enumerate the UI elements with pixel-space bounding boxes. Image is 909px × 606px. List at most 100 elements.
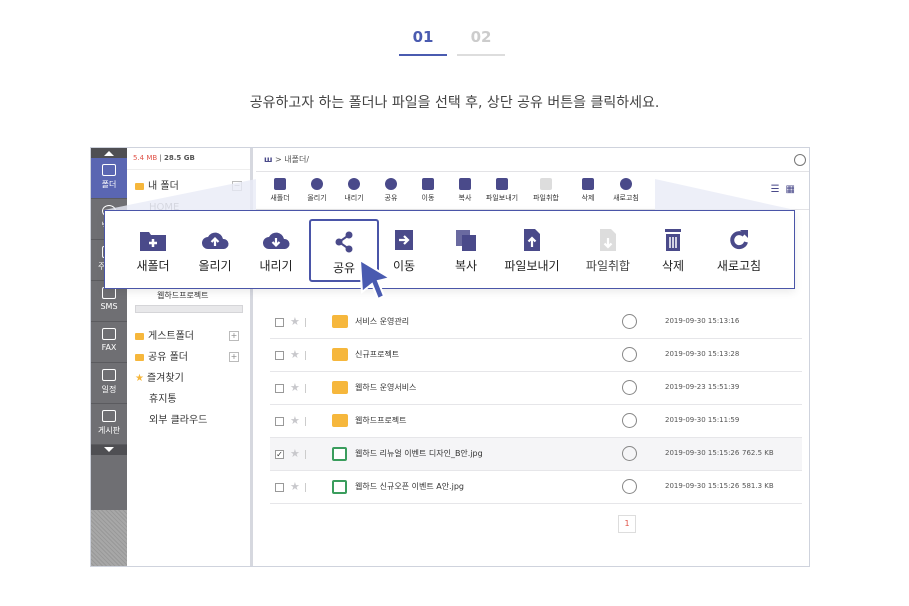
- zoom-delete-button[interactable]: 삭제: [638, 228, 708, 274]
- send-file-icon: [496, 178, 508, 190]
- table-row[interactable]: ★ 웹하드 신규오픈 이벤트 A안.jpg 2019-09-30 15:15:26 5…: [270, 471, 802, 504]
- table-row[interactable]: ✓ ★ 웹하드 리뉴얼 이벤트 디자인_B안.jpg 2019-09-30 15:15…: [270, 438, 802, 471]
- tree-item-external-cloud[interactable]: 외부 클라우드: [127, 410, 247, 431]
- rail-scroll-down[interactable]: [91, 445, 127, 455]
- row-checkbox[interactable]: ✓: [275, 450, 284, 459]
- fax-icon: [102, 328, 116, 340]
- file-name[interactable]: 웹하드 신규오픈 이벤트 A안.jpg: [355, 481, 464, 492]
- star-icon[interactable]: ★: [290, 348, 300, 361]
- zoom-upload-button[interactable]: 올리기: [180, 228, 250, 274]
- step-tab-02[interactable]: 02: [457, 28, 505, 56]
- refresh-icon: [620, 178, 632, 190]
- download-icon: [263, 232, 290, 249]
- new-folder-icon: [274, 178, 286, 190]
- row-checkbox[interactable]: [275, 384, 284, 393]
- file-size: 762.5 KB: [742, 449, 774, 457]
- file-date: 2019-09-23 15:51:39: [665, 383, 740, 391]
- toolbar-send-file[interactable]: 파일보내기: [482, 178, 522, 203]
- file-date: 2019-09-30 15:11:59: [665, 416, 740, 424]
- toolbar-collect-file[interactable]: 파일취합: [526, 178, 566, 203]
- share-status-icon[interactable]: [622, 446, 637, 461]
- zoom-send-file-button[interactable]: 파일보내기: [497, 228, 567, 274]
- rail-item-fax[interactable]: FAX: [91, 322, 127, 363]
- table-row[interactable]: ★ 웹하드프로젝트 2019-09-30 15:11:59: [270, 405, 802, 438]
- toolbar-refresh[interactable]: 새로고침: [606, 178, 646, 203]
- share-status-icon[interactable]: [622, 347, 637, 362]
- share-status-icon[interactable]: [622, 413, 637, 428]
- star-icon: ★: [135, 373, 144, 384]
- rail-scroll-up[interactable]: [91, 148, 127, 158]
- toolbar-new-folder[interactable]: 새폴더: [260, 178, 300, 203]
- row-checkbox[interactable]: [275, 351, 284, 360]
- file-name[interactable]: 웹하드 운영서비스: [355, 382, 416, 393]
- tree-item-guest-folder[interactable]: 게스트폴더 +: [127, 326, 247, 347]
- list-view-icon[interactable]: ☰: [771, 184, 786, 195]
- view-toggle[interactable]: ☰▦: [771, 184, 801, 195]
- mouse-cursor-icon: [358, 258, 393, 301]
- star-icon[interactable]: ★: [290, 381, 300, 394]
- zoom-download-button[interactable]: 내리기: [241, 228, 311, 274]
- step-tabs: 01 02: [399, 28, 509, 56]
- row-checkbox[interactable]: [275, 318, 284, 327]
- collect-file-icon: [600, 229, 616, 251]
- folder-icon: [332, 348, 348, 361]
- row-checkbox[interactable]: [275, 417, 284, 426]
- tree-item-trash[interactable]: 휴지통: [127, 389, 247, 410]
- upload-icon: [311, 178, 323, 190]
- toolbar-share[interactable]: 공유: [371, 178, 411, 203]
- star-icon[interactable]: ★: [290, 315, 300, 328]
- tree-item-my-folder[interactable]: 내 폴더 −: [127, 176, 250, 197]
- share-status-icon[interactable]: [622, 314, 637, 329]
- zoom-copy-button[interactable]: 복사: [431, 228, 501, 274]
- share-status-icon[interactable]: [622, 380, 637, 395]
- star-icon[interactable]: ★: [290, 447, 300, 460]
- toolbar-upload[interactable]: 올리기: [297, 178, 337, 203]
- history-icon[interactable]: [794, 154, 806, 166]
- toolbar-delete[interactable]: 삭제: [568, 178, 608, 203]
- page-number[interactable]: 1: [618, 515, 636, 533]
- toolbar-move[interactable]: 이동: [408, 178, 448, 203]
- file-name[interactable]: 서비스 운영관리: [355, 316, 409, 327]
- calendar-icon: [102, 369, 116, 381]
- table-row[interactable]: ★ 신규프로젝트 2019-09-30 15:13:28: [270, 339, 802, 372]
- star-icon[interactable]: ★: [290, 480, 300, 493]
- file-name[interactable]: 웹하드 리뉴얼 이벤트 디자인_B안.jpg: [355, 448, 483, 459]
- tree-item-favorites[interactable]: ★ 즐겨찾기: [127, 368, 247, 389]
- table-row[interactable]: ★ 웹하드 운영서비스 2019-09-23 15:51:39: [270, 372, 802, 405]
- row-checkbox[interactable]: [275, 483, 284, 492]
- file-name[interactable]: 신규프로젝트: [355, 349, 399, 360]
- folder-icon: [332, 315, 348, 328]
- collapse-icon[interactable]: −: [232, 181, 242, 191]
- file-date: 2019-09-30 15:15:26: [665, 482, 740, 490]
- folder-icon: [135, 182, 144, 190]
- toolbar-download[interactable]: 내리기: [334, 178, 374, 203]
- step-tab-01[interactable]: 01: [399, 28, 447, 56]
- image-file-icon: [332, 480, 347, 494]
- zoom-collect-file-button[interactable]: 파일취합: [573, 228, 643, 274]
- board-icon: [102, 410, 116, 422]
- expand-icon[interactable]: +: [229, 331, 239, 341]
- star-icon[interactable]: ★: [290, 414, 300, 427]
- share-status-icon[interactable]: [622, 479, 637, 494]
- toolbar-copy[interactable]: 복사: [445, 178, 485, 203]
- expand-icon[interactable]: +: [229, 352, 239, 362]
- rail-item-calendar[interactable]: 일정: [91, 363, 127, 404]
- move-icon: [422, 178, 434, 190]
- rail-item-folder[interactable]: 폴더: [91, 158, 127, 199]
- table-row[interactable]: ★ 서비스 운영관리 2019-09-30 15:13:16: [270, 306, 802, 339]
- divider: [305, 318, 306, 327]
- divider: [305, 450, 306, 459]
- storage-quota: 5.4 MB | 28.5 GB: [127, 148, 250, 170]
- breadcrumb: ш > 내폴더/: [256, 148, 809, 172]
- rail-item-board[interactable]: 게시판: [91, 404, 127, 445]
- zoom-refresh-button[interactable]: 새로고침: [704, 228, 774, 274]
- send-file-icon: [524, 229, 540, 251]
- grid-view-icon[interactable]: ▦: [786, 184, 801, 195]
- file-name[interactable]: 웹하드프로젝트: [355, 415, 407, 426]
- folder-icon: [102, 164, 116, 176]
- download-icon: [348, 178, 360, 190]
- trash-icon: [582, 178, 594, 190]
- tree-item-shared-folder[interactable]: 공유 폴더 +: [127, 347, 247, 368]
- zoom-new-folder-button[interactable]: 새폴더: [118, 228, 188, 274]
- tree-horizontal-scrollbar[interactable]: [135, 305, 243, 313]
